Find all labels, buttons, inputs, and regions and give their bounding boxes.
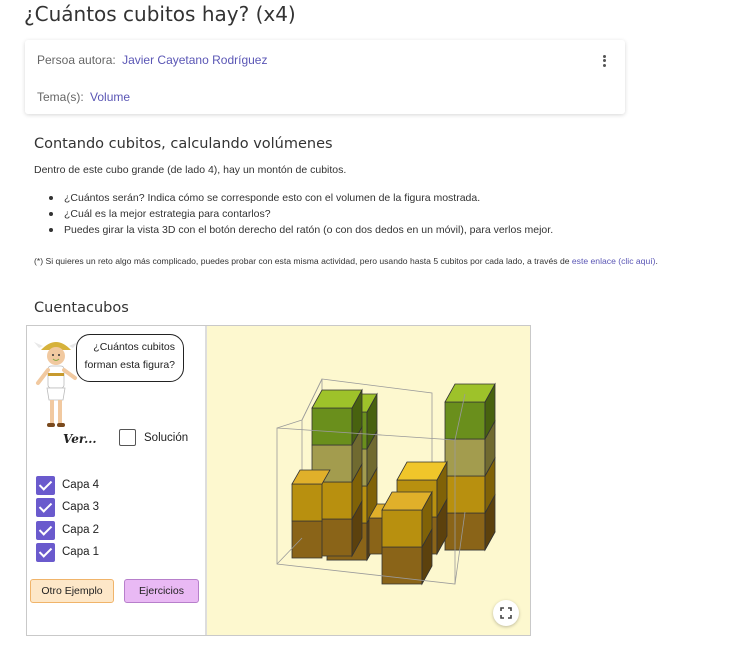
speech-bubble: ¿Cuántos cubitos forman esta figura? xyxy=(76,334,184,382)
author-row: Persoa autora: Javier Cayetano Rodríguez xyxy=(37,53,267,67)
topic-row: Tema(s): Volume xyxy=(37,90,130,104)
layer-3-label: Capa 3 xyxy=(62,501,100,513)
bubble-line-2: forman esta figura? xyxy=(84,359,175,371)
page-title: ¿Cuántos cubitos hay? (x4) xyxy=(24,2,296,26)
kebab-menu-icon[interactable] xyxy=(597,53,611,71)
geogebra-applet[interactable]: ¿Cuántos cubitos forman esta figura? Ver… xyxy=(26,325,531,636)
section-title-volumes: Contando cubitos, calculando volúmenes xyxy=(34,136,333,152)
author-link[interactable]: Javier Cayetano Rodríguez xyxy=(122,53,267,67)
layer-2-checkbox[interactable] xyxy=(36,521,55,540)
meta-card: Persoa autora: Javier Cayetano Rodríguez… xyxy=(25,40,625,114)
hermes-character-icon xyxy=(34,342,78,427)
solution-label: Solución xyxy=(144,432,189,444)
author-label: Persoa autora: xyxy=(37,53,116,67)
topic-link[interactable]: Volume xyxy=(90,90,130,104)
layer-1-label: Capa 1 xyxy=(62,546,100,558)
cube-figure[interactable] xyxy=(207,326,530,635)
3d-view[interactable] xyxy=(207,326,530,635)
intro-text: Dentro de este cubo grande (de lado 4), … xyxy=(34,164,347,176)
note-text: (*) Si quieres un reto algo más complica… xyxy=(34,256,572,266)
note-end: . xyxy=(655,256,658,266)
challenge-link[interactable]: este enlace (clic aquí) xyxy=(572,256,656,266)
bullet-item: ¿Cuál es la mejor estrategia para contar… xyxy=(34,206,553,222)
solution-checkbox[interactable] xyxy=(119,429,136,446)
otro-ejemplo-button[interactable]: Otro Ejemplo xyxy=(30,579,114,603)
fullscreen-button[interactable] xyxy=(493,600,519,626)
ver-label: Ver... xyxy=(63,432,97,446)
layer-2-label: Capa 2 xyxy=(62,524,100,536)
layer-4-checkbox[interactable] xyxy=(36,476,55,495)
challenge-note: (*) Si quieres un reto algo más complica… xyxy=(34,256,658,266)
bullet-item: ¿Cuántos serán? Indica cómo se correspon… xyxy=(34,190,553,206)
section-title-cuentacubos: Cuentacubos xyxy=(34,300,129,316)
controls-panel: ¿Cuántos cubitos forman esta figura? Ver… xyxy=(27,326,205,635)
bubble-line-1: ¿Cuántos cubitos xyxy=(93,341,175,353)
fullscreen-icon xyxy=(500,607,512,619)
topic-label: Tema(s): xyxy=(37,90,84,104)
layer-4-label: Capa 4 xyxy=(62,479,100,491)
bullet-item: Puedes girar la vista 3D con el botón de… xyxy=(34,222,553,238)
layer-1-checkbox[interactable] xyxy=(36,543,55,562)
ejercicios-button[interactable]: Ejercicios xyxy=(124,579,199,603)
layer-3-checkbox[interactable] xyxy=(36,498,55,517)
bullet-list: ¿Cuántos serán? Indica cómo se correspon… xyxy=(34,190,553,238)
